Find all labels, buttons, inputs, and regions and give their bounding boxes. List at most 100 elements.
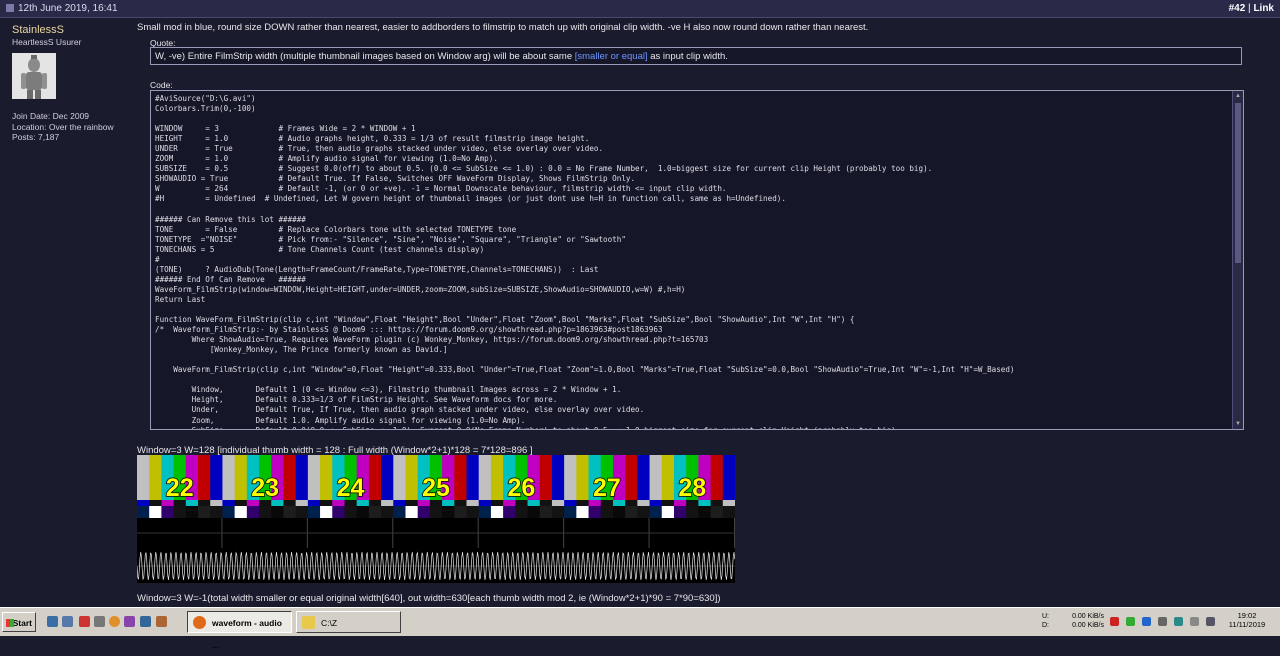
post-body: Small mod in blue, round size DOWN rathe… [137,22,1247,430]
header-separator: | [1248,3,1251,14]
frame-number-label: 26 [508,474,536,502]
color-bar [405,500,419,506]
quicklaunch-app-icon[interactable] [124,616,135,627]
quicklaunch-app-icon[interactable] [62,616,73,627]
volume-icon[interactable] [1190,617,1199,626]
color-bar [271,506,284,518]
color-bar [149,506,162,518]
color-bar [661,500,675,506]
show-desktop-icon[interactable] [47,616,58,627]
username-link[interactable]: StainlessS [12,24,134,36]
color-bar [295,500,309,506]
tray-app-icon[interactable] [1174,617,1183,626]
color-bar [307,455,321,500]
color-bar [625,500,638,506]
start-button[interactable]: Start [2,612,36,632]
color-bar [222,455,236,500]
net-labels: U: D: [1042,612,1049,630]
color-bar [185,506,199,518]
color-bar [612,506,626,518]
color-bar [149,500,162,506]
color-bar [368,500,382,506]
system-clock[interactable]: 19:02 11/11/2019 [1222,611,1272,629]
color-bar [210,455,223,500]
post-number-link[interactable]: #42 [1229,3,1246,14]
net-upload-value: 0.00 KiB/s [1072,613,1104,620]
color-bar [417,506,431,518]
color-bar [661,455,675,500]
firefox-icon [193,616,206,629]
color-bar [405,506,419,518]
color-bar [722,455,735,500]
code-label: Code: [150,80,173,90]
avatar[interactable] [12,53,56,99]
color-bar [295,455,309,500]
color-bar [246,506,260,518]
scrollbar-thumb[interactable] [1235,103,1241,263]
color-bar [637,506,651,518]
color-bar [710,506,724,518]
code-content[interactable]: #AviSource("D:\G.avi") Colorbars.Trim(0,… [151,91,1243,429]
net-download-value: 0.00 KiB/s [1072,622,1104,629]
quicklaunch-app-icon[interactable] [79,616,90,627]
color-bar [625,506,638,518]
frame-number-label: 25 [422,474,450,502]
task-button-folder[interactable]: C:\Z [296,611,401,633]
color-bar [564,506,577,518]
color-bar [551,500,565,506]
quote-text-after: as input clip width. [647,51,728,62]
color-bar [490,455,504,500]
color-bar [320,455,333,500]
post-date: 12th June 2019, 16:41 [18,3,118,14]
code-box[interactable]: #AviSource("D:\G.avi") Colorbars.Trim(0,… [150,90,1244,430]
color-bar [393,455,406,500]
frame-number-label: 27 [593,474,621,502]
color-bar [381,506,394,518]
scroll-up-icon[interactable]: ▲ [1235,92,1241,100]
color-bar [551,455,565,500]
color-bar [320,506,333,518]
quicklaunch-app-icon[interactable] [156,616,167,627]
user-post-count: Posts: 7,187 [12,132,60,142]
tray-app-icon[interactable] [1110,617,1119,626]
color-bar [649,500,663,506]
color-bar [149,455,162,500]
net-values: 0.00 KiB/s 0.00 KiB/s [1066,612,1104,630]
color-bar [198,506,211,518]
image-caption-2: Window=3 W=-1(total width smaller or equ… [137,593,721,604]
color-bar [368,506,382,518]
post-intro-text: Small mod in blue, round size DOWN rathe… [137,22,869,33]
code-scrollbar[interactable]: ▲ ▼ [1232,91,1243,429]
color-bar [210,500,223,506]
color-bar [137,455,150,500]
task-button-firefox[interactable]: waveform - audio ... [187,611,292,650]
color-bar [137,506,150,518]
color-bar [649,455,663,500]
post-link[interactable]: Link [1253,3,1274,14]
color-bar [710,455,724,500]
color-bar [661,506,675,518]
color-bar [539,506,553,518]
firefox-icon[interactable] [109,616,120,627]
tray-app-icon[interactable] [1158,617,1167,626]
color-bar [686,506,699,518]
color-bar [161,506,175,518]
scroll-down-icon[interactable]: ▼ [1235,420,1241,428]
tray-app-icon[interactable] [1142,617,1151,626]
network-icon[interactable] [1206,617,1215,626]
color-bar [429,506,443,518]
tray-app-icon[interactable] [1126,617,1135,626]
start-label: Start [12,618,32,628]
color-bar [637,500,651,506]
net-upload-label: U: [1042,613,1049,620]
color-bar [234,506,248,518]
color-bar [490,506,504,518]
quicklaunch-app-icon[interactable] [94,616,105,627]
color-bar [576,500,590,506]
user-join-date: Join Date: Dec 2009 [12,111,90,121]
color-bar [222,506,236,518]
color-bar [600,506,614,518]
color-bar [393,506,406,518]
color-bar [478,506,492,518]
quicklaunch-app-icon[interactable] [140,616,151,627]
